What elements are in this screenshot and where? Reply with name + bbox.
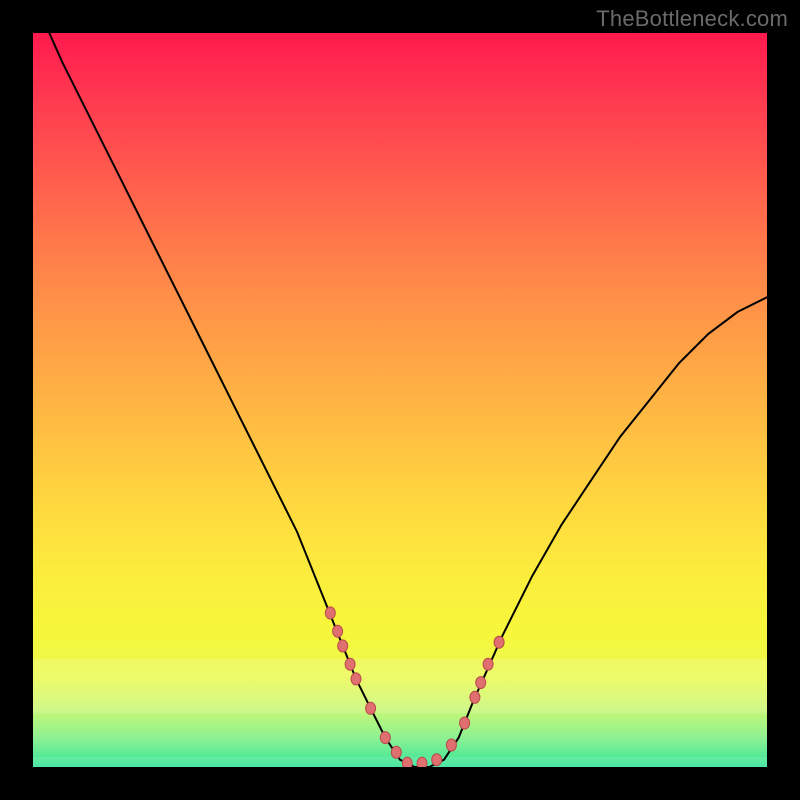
marker-dot xyxy=(380,732,390,744)
marker-dot xyxy=(483,658,493,670)
marker-dot xyxy=(494,636,504,648)
marker-dot xyxy=(391,746,401,758)
marker-group xyxy=(325,607,504,767)
marker-dot xyxy=(470,691,480,703)
watermark-text: TheBottleneck.com xyxy=(596,6,788,32)
marker-dot xyxy=(432,754,442,766)
marker-dot xyxy=(325,607,335,619)
marker-dot xyxy=(402,757,412,767)
marker-dot xyxy=(338,640,348,652)
marker-dot xyxy=(351,673,361,685)
chart-svg xyxy=(33,33,767,767)
marker-dot xyxy=(345,658,355,670)
marker-dot xyxy=(333,625,343,637)
bottleneck-curve xyxy=(33,33,767,767)
marker-dot xyxy=(476,677,486,689)
marker-dot xyxy=(446,739,456,751)
marker-dot xyxy=(460,717,470,729)
plot-area xyxy=(33,33,767,767)
marker-dot xyxy=(366,702,376,714)
marker-dot xyxy=(417,757,427,767)
